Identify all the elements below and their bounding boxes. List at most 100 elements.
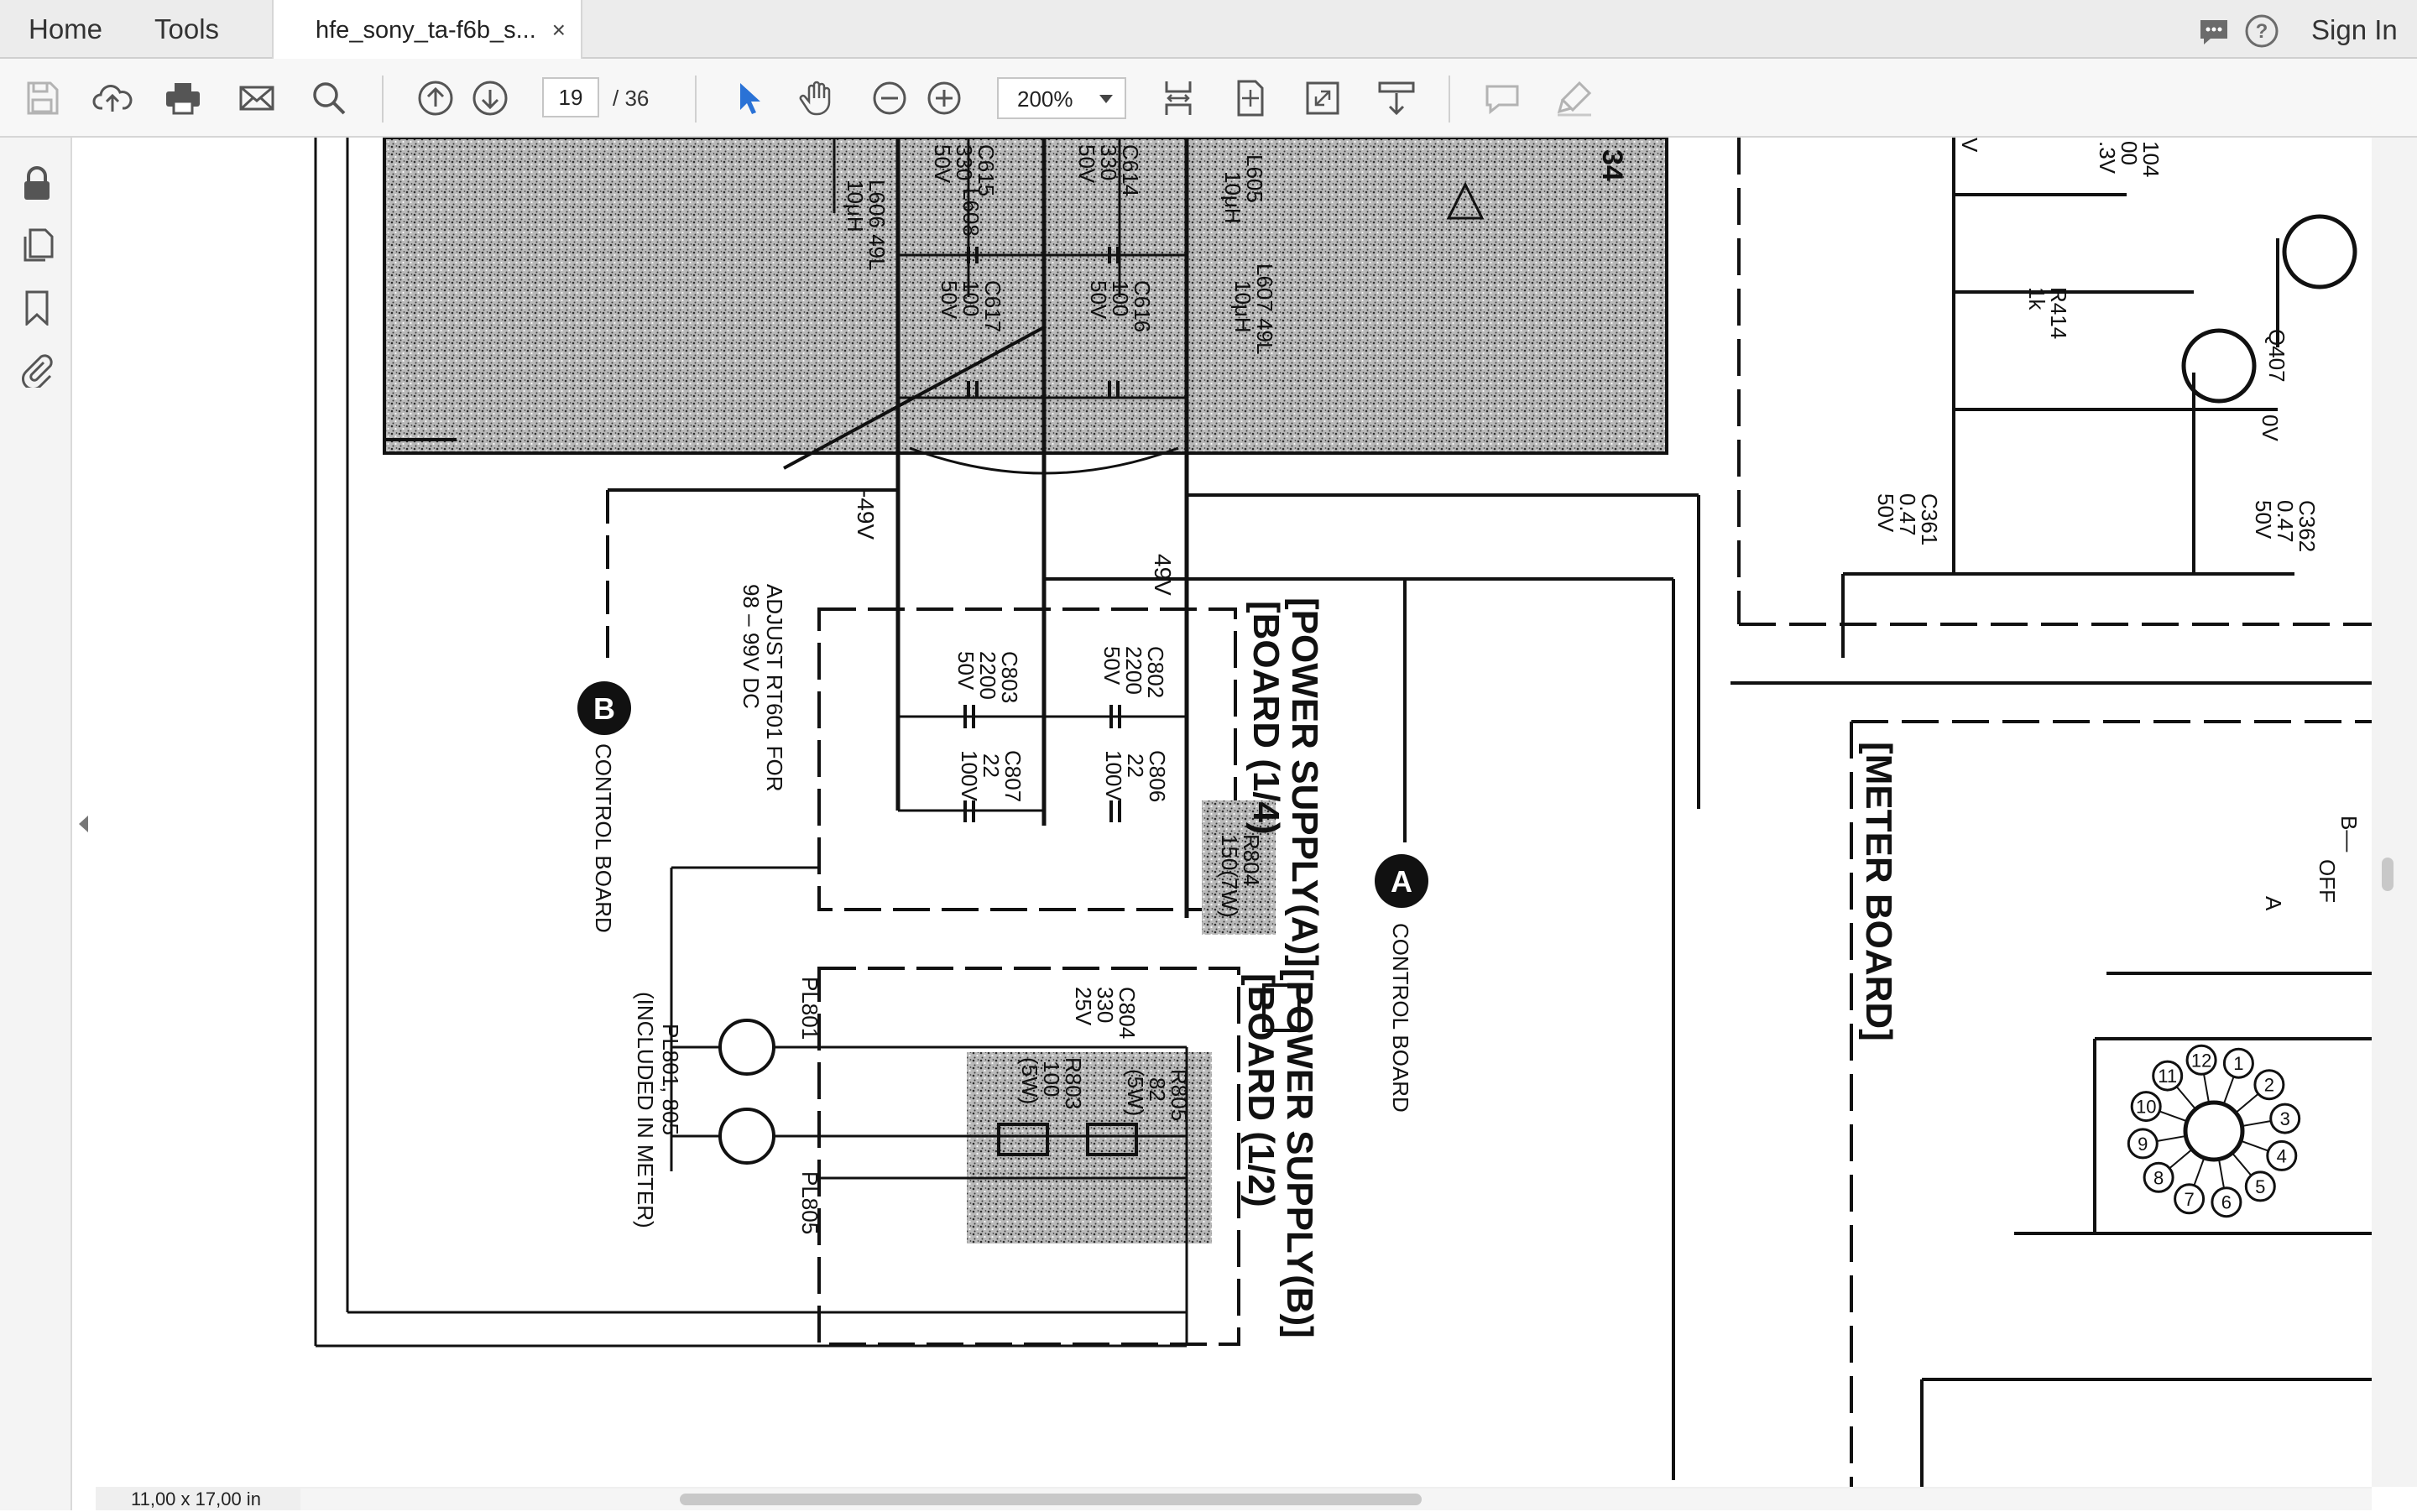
arrow-down-circle-icon[interactable] <box>470 78 510 118</box>
rotary-pin-lead <box>2243 1120 2272 1127</box>
label-power-supply-a-board: [BOARD (1/4) <box>1245 601 1287 835</box>
label-pl805: PL805 <box>797 1171 822 1234</box>
rotary-pin-label: 9 <box>2138 1134 2148 1155</box>
scroll-mode-icon[interactable] <box>1376 78 1417 118</box>
label-c804-voltage: 25V <box>1071 987 1096 1026</box>
zoom-in-icon[interactable] <box>924 78 964 118</box>
search-icon[interactable] <box>309 78 349 118</box>
rotary-pin-label: 4 <box>2277 1145 2287 1166</box>
save-icon[interactable] <box>22 78 62 118</box>
rotary-pin-label: 8 <box>2153 1167 2164 1188</box>
label-c614-voltage: 50V <box>1074 144 1099 184</box>
svg-text:?: ? <box>2256 20 2268 43</box>
lock-icon[interactable] <box>18 164 55 201</box>
label-adjust-line1: ADJUST RT601 FOR <box>762 584 787 792</box>
rotary-switch-pins: 123456789101112 <box>2127 1044 2301 1218</box>
label-zero-v: 0V <box>2258 414 2283 441</box>
close-tab-icon[interactable]: × <box>552 0 566 60</box>
label-l607-value: 10μH <box>1230 280 1255 333</box>
rotary-pin-label: 5 <box>2255 1176 2265 1197</box>
label-c362-voltage: 50V <box>2251 500 2276 540</box>
toolbar-separator <box>1449 76 1450 123</box>
horizontal-scrollbar-thumb[interactable] <box>680 1494 1422 1505</box>
label-l608: L608 <box>958 188 984 237</box>
sign-in-link[interactable]: Sign In <box>2296 0 2413 60</box>
label-pl-note-line1: PL801, 805 <box>658 1024 683 1135</box>
label-adjust-line2: 98 – 99V DC <box>739 584 764 709</box>
rotary-pin-lead <box>2193 1159 2205 1186</box>
label-q407: Q407 <box>2264 329 2289 383</box>
hand-icon[interactable] <box>797 78 838 118</box>
label-c361-voltage: 50V <box>1873 493 1898 533</box>
arrow-up-circle-icon[interactable] <box>415 78 456 118</box>
fit-page-icon[interactable] <box>1230 78 1271 118</box>
label-power-supply-b-board: [BOARD (1/2) <box>1240 973 1282 1207</box>
label-34: 34 <box>1596 149 1628 181</box>
pages-icon[interactable] <box>18 227 55 263</box>
rotary-pin-lead <box>2232 1153 2253 1176</box>
label-power-supply-b: [POWER SUPPLY(B)] <box>1279 968 1320 1338</box>
page-size-label: 11,00 x 17,00 in <box>131 1489 261 1509</box>
pilot-lamp-pl801 <box>718 1019 775 1076</box>
label-r804-value: 150(7W) <box>1217 834 1242 918</box>
rotary-pin-label: 3 <box>2280 1108 2290 1129</box>
paperclip-icon[interactable] <box>18 351 55 388</box>
pointer-icon[interactable] <box>728 78 769 118</box>
highlight-pen-icon[interactable] <box>1554 78 1595 118</box>
zoom-select[interactable]: 200% <box>997 77 1126 119</box>
document-tab[interactable]: hfe_sony_ta-f6b_s... × <box>272 0 582 59</box>
label-plus-49v: 49V <box>1150 554 1176 596</box>
label-c802-voltage: 50V <box>1099 646 1125 686</box>
label-l605-value: 10μH <box>1220 171 1245 224</box>
zoom-out-icon[interactable] <box>869 78 910 118</box>
label-c807-voltage: 100V <box>957 750 982 801</box>
power-supply-a-board <box>817 607 1237 911</box>
tools-tab[interactable]: Tools <box>133 0 241 59</box>
label-switch-a: A <box>2261 896 2286 911</box>
vertical-scrollbar[interactable] <box>2372 138 2417 1487</box>
chevron-down-icon <box>1099 95 1113 103</box>
rotary-pin-label: 6 <box>2221 1192 2232 1213</box>
home-tab[interactable]: Home <box>7 0 124 59</box>
label-c617-voltage: 50V <box>937 280 962 320</box>
tab-bar: Home Tools hfe_sony_ta-f6b_s... × ? Sign… <box>0 0 2417 59</box>
transistor-q406 <box>2282 214 2357 289</box>
mail-icon[interactable] <box>237 78 277 118</box>
connector-b-letter: B <box>593 691 615 726</box>
document-view[interactable]: 34 C615 330 50V C614 330 50V C617 100 50… <box>96 138 2373 1487</box>
label-c806-voltage: 100V <box>1101 750 1126 801</box>
label-r803-wattage: (5W) <box>1017 1057 1042 1104</box>
rotary-switch-hub <box>2183 1100 2245 1162</box>
page-number-input[interactable] <box>542 77 599 117</box>
rotary-pin-lead <box>2223 1076 2235 1103</box>
document-tab-title: hfe_sony_ta-f6b_s... <box>316 17 536 44</box>
label-c803-voltage: 50V <box>953 651 979 691</box>
label-top-v: V <box>1957 138 1982 153</box>
chat-icon[interactable] <box>2197 15 2231 49</box>
transistor-q407 <box>2181 328 2257 404</box>
label-c616-voltage: 50V <box>1086 280 1111 320</box>
print-icon[interactable] <box>163 78 203 118</box>
full-screen-icon[interactable] <box>1302 78 1343 118</box>
label-switch-b: B— <box>2336 816 2362 852</box>
toolbar-separator <box>382 76 384 123</box>
bookmark-icon[interactable] <box>18 289 55 326</box>
label-meter-board: [METER BOARD] <box>1858 742 1899 1041</box>
toolbar-separator <box>695 76 697 123</box>
label-b-control-board: CONTROL BOARD <box>591 743 616 933</box>
rotary-pin-label: 11 <box>2158 1066 2177 1087</box>
vertical-scrollbar-thumb[interactable] <box>2382 858 2394 891</box>
connector-a-letter: A <box>1391 864 1412 899</box>
fit-width-icon[interactable] <box>1158 78 1198 118</box>
comment-icon[interactable] <box>1482 78 1522 118</box>
toolbar: / 36 200% <box>0 59 2417 138</box>
rotary-pin-label: 7 <box>2184 1189 2194 1210</box>
cloud-upload-icon[interactable] <box>92 78 133 118</box>
collapse-left-panel-icon[interactable] <box>79 816 88 832</box>
help-icon[interactable]: ? <box>2244 13 2279 49</box>
shaded-board-region <box>383 138 1668 455</box>
rotary-pin-label: 12 <box>2191 1050 2211 1071</box>
label-r104-voltage: .3V <box>2095 141 2120 175</box>
rotary-pin-lead <box>2218 1160 2225 1189</box>
rotary-pin-label: 10 <box>2136 1097 2156 1118</box>
